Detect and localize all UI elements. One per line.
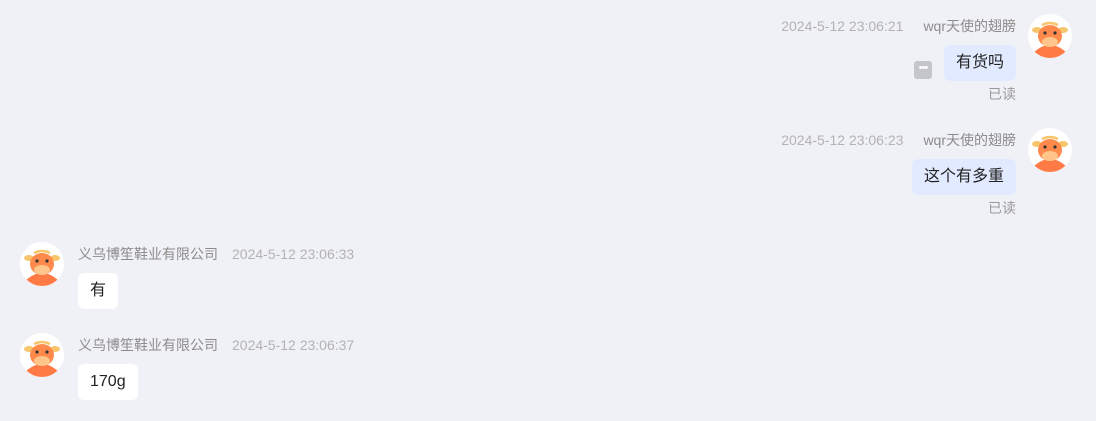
message-bubble[interactable]: 这个有多重	[911, 159, 1016, 195]
avatar[interactable]	[1028, 14, 1072, 58]
avatar[interactable]	[1028, 128, 1072, 172]
message-time: 2024-5-12 23:06:37	[232, 337, 355, 353]
bull-avatar-icon	[20, 242, 64, 286]
message-meta: 义乌博笙鞋业有限公司 2024-5-12 23:06:37	[78, 335, 354, 355]
message-meta: 2024-5-12 23:06:23 wqr天使的翅膀	[781, 130, 1016, 150]
message-time: 2024-5-12 23:06:33	[232, 246, 355, 262]
message-time: 2024-5-12 23:06:23	[781, 132, 904, 148]
message-bubble[interactable]: 170g	[78, 364, 138, 400]
bull-avatar-icon	[20, 333, 64, 377]
message-bubble[interactable]: 有货吗	[943, 45, 1016, 81]
bull-avatar-icon	[1028, 14, 1072, 58]
message-meta: 2024-5-12 23:06:21 wqr天使的翅膀	[781, 16, 1016, 36]
more-dots-icon[interactable]: •••	[914, 61, 932, 79]
message-bubble[interactable]: 有	[78, 273, 119, 309]
sender-name: wqr天使的翅膀	[923, 132, 1016, 148]
sender-name: wqr天使的翅膀	[923, 18, 1016, 34]
read-status: 已读	[988, 200, 1016, 216]
sender-name: 义乌博笙鞋业有限公司	[78, 337, 218, 353]
sender-name: 义乌博笙鞋业有限公司	[78, 246, 218, 262]
read-status: 已读	[988, 86, 1016, 102]
avatar[interactable]	[20, 333, 64, 377]
message-meta: 义乌博笙鞋业有限公司 2024-5-12 23:06:33	[78, 244, 354, 264]
avatar[interactable]	[20, 242, 64, 286]
message-time: 2024-5-12 23:06:21	[781, 18, 904, 34]
bull-avatar-icon	[1028, 128, 1072, 172]
